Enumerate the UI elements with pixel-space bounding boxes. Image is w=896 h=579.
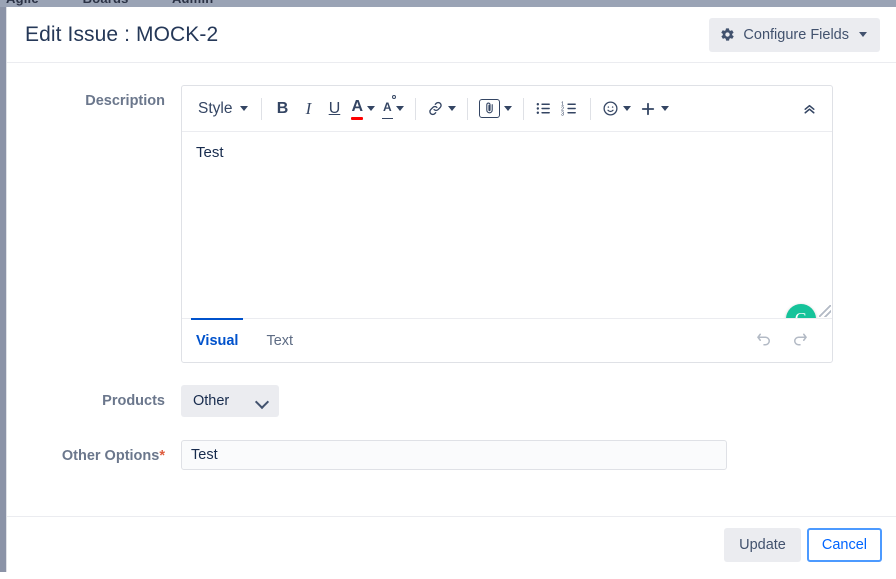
underline-button[interactable]: U [321, 94, 347, 124]
style-dropdown[interactable]: Style [190, 94, 254, 124]
emoji-button[interactable] [598, 94, 635, 124]
redo-button[interactable] [782, 329, 818, 352]
chevron-up-double-icon [801, 100, 818, 117]
tab-text[interactable]: Text [252, 319, 307, 362]
required-marker: * [159, 448, 165, 464]
toolbar-divider [261, 97, 263, 120]
other-options-input[interactable] [181, 440, 727, 470]
cancel-button[interactable]: Cancel [806, 527, 882, 562]
link-icon [427, 100, 444, 117]
bold-icon: B [276, 99, 289, 117]
attachment-button[interactable] [475, 94, 516, 124]
chevron-down-icon [660, 106, 669, 111]
description-textarea[interactable]: Test G [182, 132, 832, 318]
chevron-down-icon [240, 106, 249, 111]
description-label: Description [85, 93, 165, 109]
toolbar-divider [466, 97, 468, 120]
other-options-label-text: Other Options [61, 448, 160, 464]
redo-icon [791, 329, 809, 352]
dialog-body: Description Style B I U A A 1 2 3 Test V… [7, 63, 896, 516]
screen-root: Agile Boards Admin Edit Issue : MOCK-2 C… [0, 0, 896, 579]
page-title: Edit Issue : MOCK-2 [25, 22, 219, 46]
insert-more-button[interactable] [635, 94, 673, 124]
chevron-down-icon [622, 106, 631, 111]
editor-toolbar: Style B I U A A 1 2 3 [182, 86, 832, 132]
numbered-list-icon: 1 2 3 [561, 100, 578, 117]
grammarly-badge[interactable]: G [786, 304, 816, 318]
editor-resize-handle[interactable] [819, 305, 831, 317]
grammarly-letter: G [795, 309, 807, 318]
chevron-down-icon [395, 106, 404, 111]
undo-icon [755, 329, 773, 352]
products-label: Products [102, 393, 165, 409]
other-options-label: Other Options* [7, 440, 181, 464]
description-text: Test [196, 144, 224, 161]
editor-mode-tabs: Visual Text [182, 318, 307, 362]
products-select-value: Other [193, 393, 230, 409]
text-color-icon: A [351, 98, 364, 120]
bullet-list-button[interactable] [531, 94, 557, 124]
italic-icon: I [305, 98, 312, 118]
bold-button[interactable]: B [269, 94, 295, 124]
navbar-item-boards[interactable]: Boards [83, 0, 129, 6]
edit-issue-dialog: Edit Issue : MOCK-2 Configure Fields Des… [6, 7, 896, 572]
editor-footer: Visual Text [182, 318, 832, 362]
update-button[interactable]: Update [724, 527, 801, 562]
app-navbar: Agile Boards Admin [0, 0, 896, 7]
highlight-color-icon: A [382, 95, 396, 119]
toolbar-divider [589, 97, 591, 120]
field-row-description: Description Style B I U A A 1 2 3 Test V… [7, 85, 896, 363]
underline-icon: U [328, 99, 341, 117]
app-navbar-items: Agile Boards Admin [6, 0, 253, 6]
style-dropdown-label: Style [198, 99, 233, 117]
chevron-down-icon [447, 106, 456, 111]
plus-icon [639, 100, 657, 118]
chevron-down-icon [367, 106, 376, 111]
chevron-down-icon [254, 394, 270, 410]
field-row-products: Products Other [7, 385, 896, 417]
highlight-color-button[interactable]: A [379, 94, 408, 124]
field-row-other-options: Other Options* [7, 440, 896, 470]
toolbar-divider [522, 97, 524, 120]
italic-button[interactable]: I [295, 94, 321, 124]
chevron-down-icon [503, 106, 512, 111]
products-select[interactable]: Other [181, 385, 279, 417]
gear-icon [720, 27, 735, 42]
collapse-toolbar-button[interactable] [796, 94, 822, 124]
navbar-item-admin[interactable]: Admin [172, 0, 213, 6]
attachment-icon [478, 99, 500, 118]
dialog-footer: Update Cancel [7, 516, 896, 572]
numbered-list-button[interactable]: 1 2 3 [557, 94, 583, 124]
chevron-down-icon [859, 32, 867, 37]
navbar-item-agile[interactable]: Agile [6, 0, 39, 6]
emoji-icon [602, 100, 619, 117]
link-button[interactable] [423, 94, 460, 124]
dialog-header: Edit Issue : MOCK-2 Configure Fields [7, 7, 896, 63]
description-editor: Style B I U A A 1 2 3 Test Visual Text [181, 85, 833, 363]
configure-fields-button[interactable]: Configure Fields [709, 17, 880, 52]
text-color-button[interactable]: A [347, 94, 379, 124]
tab-visual[interactable]: Visual [182, 318, 252, 362]
bullet-list-icon [535, 100, 552, 117]
undo-button[interactable] [746, 329, 782, 352]
toolbar-divider [414, 97, 416, 120]
configure-fields-label: Configure Fields [743, 26, 849, 43]
svg-text:3: 3 [561, 112, 564, 117]
